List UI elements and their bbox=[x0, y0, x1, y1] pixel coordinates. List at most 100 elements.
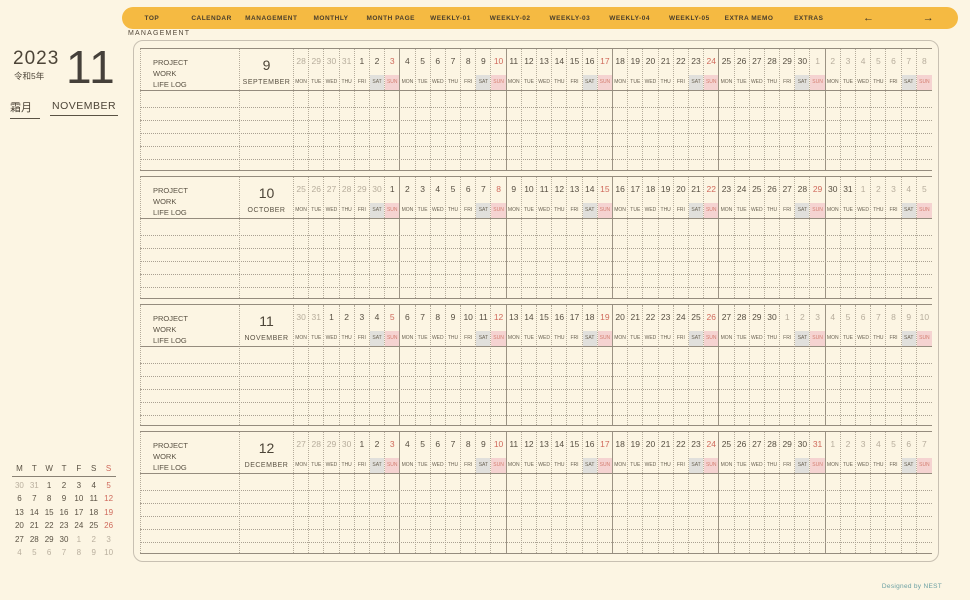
day-number[interactable]: 3 bbox=[841, 49, 855, 75]
mini-calendar-day[interactable]: 25 bbox=[86, 519, 101, 533]
day-number[interactable]: 28 bbox=[340, 177, 354, 203]
mini-calendar-day[interactable]: 10 bbox=[101, 546, 116, 560]
day-number[interactable]: 27 bbox=[719, 305, 733, 331]
day-number[interactable]: 24 bbox=[674, 305, 688, 331]
day-number[interactable]: 8 bbox=[461, 49, 475, 75]
day-number[interactable]: 10 bbox=[917, 305, 932, 331]
day-number[interactable]: 14 bbox=[583, 177, 597, 203]
day-number[interactable]: 28 bbox=[795, 177, 809, 203]
day-number[interactable]: 23 bbox=[659, 305, 673, 331]
day-number[interactable]: 13 bbox=[537, 432, 551, 458]
day-number[interactable]: 5 bbox=[871, 49, 885, 75]
day-number[interactable]: 15 bbox=[567, 432, 581, 458]
mini-calendar-day[interactable]: 9 bbox=[86, 546, 101, 560]
day-number[interactable]: 22 bbox=[643, 305, 657, 331]
day-number[interactable]: 19 bbox=[628, 49, 642, 75]
day-number[interactable]: 24 bbox=[735, 177, 749, 203]
day-number[interactable]: 26 bbox=[735, 432, 749, 458]
mini-calendar-day[interactable]: 21 bbox=[27, 519, 42, 533]
day-number[interactable]: 21 bbox=[689, 177, 703, 203]
day-number[interactable]: 7 bbox=[446, 432, 460, 458]
day-number[interactable]: 14 bbox=[552, 432, 566, 458]
nav-tab-weekly-03[interactable]: WEEKLY-03 bbox=[540, 15, 600, 22]
day-number[interactable]: 9 bbox=[476, 49, 490, 75]
day-number[interactable]: 11 bbox=[507, 49, 521, 75]
mini-calendar-day[interactable]: 2 bbox=[86, 533, 101, 547]
day-number[interactable]: 6 bbox=[886, 49, 900, 75]
day-number[interactable]: 1 bbox=[810, 49, 824, 75]
mini-calendar-day[interactable]: 31 bbox=[27, 479, 42, 493]
mini-calendar-day[interactable]: 27 bbox=[12, 533, 27, 547]
day-number[interactable]: 7 bbox=[902, 49, 916, 75]
day-number[interactable]: 28 bbox=[294, 49, 308, 75]
mini-calendar-day[interactable]: 3 bbox=[101, 533, 116, 547]
day-number[interactable]: 27 bbox=[750, 432, 764, 458]
day-number[interactable]: 16 bbox=[613, 177, 627, 203]
day-number[interactable]: 27 bbox=[294, 432, 308, 458]
day-number[interactable]: 12 bbox=[552, 177, 566, 203]
mini-calendar-day[interactable]: 26 bbox=[101, 519, 116, 533]
day-number[interactable]: 30 bbox=[340, 432, 354, 458]
mini-calendar-day[interactable]: 14 bbox=[27, 506, 42, 520]
day-number[interactable]: 18 bbox=[583, 305, 597, 331]
day-number[interactable]: 30 bbox=[370, 177, 384, 203]
day-number[interactable]: 3 bbox=[856, 432, 870, 458]
day-number[interactable]: 26 bbox=[735, 49, 749, 75]
mini-calendar-day[interactable]: 30 bbox=[12, 479, 27, 493]
day-number[interactable]: 17 bbox=[628, 177, 642, 203]
day-number[interactable]: 1 bbox=[780, 305, 794, 331]
day-number[interactable]: 4 bbox=[400, 432, 414, 458]
day-number[interactable]: 29 bbox=[780, 49, 794, 75]
mini-calendar-day[interactable]: 7 bbox=[27, 492, 42, 506]
day-number[interactable]: 16 bbox=[583, 432, 597, 458]
mini-calendar-day[interactable]: 4 bbox=[12, 546, 27, 560]
day-number[interactable]: 7 bbox=[446, 49, 460, 75]
day-number[interactable]: 5 bbox=[416, 49, 430, 75]
day-number[interactable]: 6 bbox=[431, 432, 445, 458]
day-number[interactable]: 24 bbox=[704, 49, 718, 75]
mini-calendar-day[interactable]: 15 bbox=[42, 506, 57, 520]
day-number[interactable]: 9 bbox=[507, 177, 521, 203]
day-number[interactable]: 24 bbox=[704, 432, 718, 458]
mini-calendar-day[interactable]: 13 bbox=[12, 506, 27, 520]
mini-calendar-day[interactable]: 17 bbox=[71, 506, 86, 520]
day-number[interactable]: 7 bbox=[416, 305, 430, 331]
nav-arrow-right[interactable]: → bbox=[898, 12, 958, 24]
day-number[interactable]: 28 bbox=[765, 49, 779, 75]
day-number[interactable]: 1 bbox=[856, 177, 870, 203]
day-number[interactable]: 19 bbox=[628, 432, 642, 458]
day-number[interactable]: 30 bbox=[795, 49, 809, 75]
day-number[interactable]: 10 bbox=[461, 305, 475, 331]
day-number[interactable]: 31 bbox=[810, 432, 824, 458]
day-number[interactable]: 29 bbox=[780, 432, 794, 458]
day-number[interactable]: 5 bbox=[385, 305, 399, 331]
day-number[interactable]: 6 bbox=[400, 305, 414, 331]
mini-calendar-day[interactable]: 28 bbox=[27, 533, 42, 547]
mini-calendar-day[interactable]: 23 bbox=[57, 519, 72, 533]
day-number[interactable]: 25 bbox=[294, 177, 308, 203]
day-number[interactable]: 20 bbox=[613, 305, 627, 331]
day-number[interactable]: 2 bbox=[871, 177, 885, 203]
nav-tab-extra-memo[interactable]: EXTRA MEMO bbox=[719, 15, 779, 22]
day-number[interactable]: 1 bbox=[324, 305, 338, 331]
day-number[interactable]: 1 bbox=[385, 177, 399, 203]
mini-calendar-day[interactable]: 22 bbox=[42, 519, 57, 533]
day-number[interactable]: 28 bbox=[309, 432, 323, 458]
day-number[interactable]: 21 bbox=[659, 432, 673, 458]
mini-calendar-day[interactable]: 3 bbox=[71, 479, 86, 493]
day-number[interactable]: 18 bbox=[613, 49, 627, 75]
month-title-september[interactable]: 9 SEPTEMBER bbox=[240, 49, 294, 170]
nav-tab-top[interactable]: TOP bbox=[122, 15, 182, 22]
nav-tab-management[interactable]: MANAGEMENT bbox=[241, 15, 301, 22]
day-number[interactable]: 2 bbox=[370, 49, 384, 75]
day-number[interactable]: 10 bbox=[491, 432, 505, 458]
day-number[interactable]: 29 bbox=[309, 49, 323, 75]
day-number[interactable]: 8 bbox=[917, 49, 932, 75]
day-number[interactable]: 9 bbox=[476, 432, 490, 458]
day-number[interactable]: 20 bbox=[643, 49, 657, 75]
day-number[interactable]: 14 bbox=[552, 49, 566, 75]
day-number[interactable]: 1 bbox=[355, 432, 369, 458]
day-number[interactable]: 22 bbox=[674, 49, 688, 75]
day-number[interactable]: 25 bbox=[750, 177, 764, 203]
day-number[interactable]: 4 bbox=[871, 432, 885, 458]
